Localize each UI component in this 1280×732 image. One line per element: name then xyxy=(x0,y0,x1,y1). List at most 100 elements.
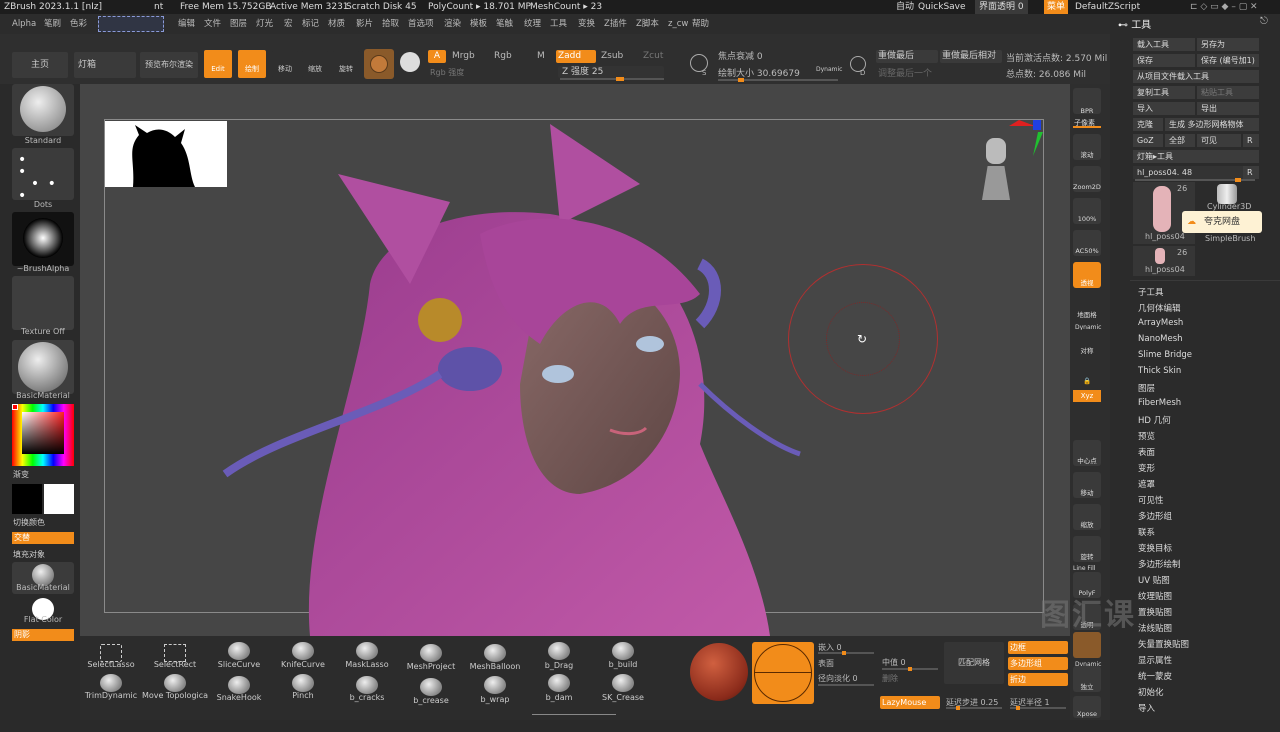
goz-button[interactable]: GoZ xyxy=(1133,134,1163,147)
yinyang-icon[interactable] xyxy=(400,52,420,72)
zoom2d-button[interactable]: Zoom2D xyxy=(1073,166,1101,192)
local-symmetry-button[interactable]: 🔒 xyxy=(1073,360,1101,386)
surface-menu[interactable]: 表面 xyxy=(1138,446,1155,458)
half-size-button[interactable]: AC50% xyxy=(1073,230,1101,256)
menu-zscript[interactable]: Z脚本 xyxy=(636,14,659,34)
zsub-toggle[interactable]: Zsub xyxy=(601,51,623,61)
axis-gizmo-icon[interactable] xyxy=(1005,118,1045,158)
layers-menu[interactable]: 图层 xyxy=(1138,382,1155,394)
bpr-button[interactable]: BPR xyxy=(1073,88,1101,115)
match-mesh-button[interactable]: 匹配网格 xyxy=(944,642,1004,684)
thick-skin-menu[interactable]: Thick Skin xyxy=(1138,366,1181,376)
load-tool-button[interactable]: 载入工具 xyxy=(1133,38,1195,51)
unified-skin-menu[interactable]: 统一蒙皮 xyxy=(1138,670,1172,682)
goz-all-button[interactable]: 全部 xyxy=(1165,134,1195,147)
lightbox-tab[interactable]: 灯箱 xyxy=(74,52,136,78)
shadow-toggle[interactable]: 阴影 xyxy=(12,629,74,641)
move-button[interactable]: 移动 xyxy=(272,50,298,78)
slice-curve-label[interactable]: SliceCurve xyxy=(203,660,275,669)
menu-zcw[interactable]: z_cw xyxy=(668,14,688,34)
crease-toggle[interactable]: 折边 xyxy=(1008,673,1068,686)
line-fill-label[interactable]: Line Fill xyxy=(1073,565,1095,572)
floor-button[interactable]: 地面格 xyxy=(1073,294,1101,320)
ghost-button[interactable] xyxy=(1073,632,1101,658)
mesh-project-icon[interactable] xyxy=(420,644,442,662)
menu-stroke[interactable]: 笔触 xyxy=(496,14,513,34)
z-intensity-slider[interactable]: Z 强度 25 xyxy=(558,66,664,78)
menu-brush[interactable]: 笔刷 xyxy=(44,14,61,34)
shelf-expand-handle[interactable] xyxy=(532,714,616,718)
zcut-toggle[interactable]: Zcut xyxy=(643,51,663,61)
texture-button[interactable] xyxy=(12,276,74,330)
main-color-swatch[interactable] xyxy=(12,484,42,514)
deformation-menu[interactable]: 变形 xyxy=(1138,462,1155,474)
b-drag-label[interactable]: b_Drag xyxy=(523,661,595,670)
menu-picker[interactable]: 拾取 xyxy=(382,14,399,34)
visibility-menu[interactable]: 可见性 xyxy=(1138,494,1164,506)
uv-map-menu[interactable]: UV 贴图 xyxy=(1138,574,1170,586)
b-dam-icon[interactable] xyxy=(548,674,570,692)
ui-transparency-slider[interactable]: 界面透明 0 xyxy=(975,0,1028,14)
rotate-button[interactable]: 旋转 xyxy=(333,50,359,78)
displacement-map-menu[interactable]: 置换贴图 xyxy=(1138,606,1172,618)
select-lasso-label[interactable]: SelectLasso xyxy=(75,660,147,669)
menu-file[interactable]: 文件 xyxy=(204,14,221,34)
goz-visible-button[interactable]: 可见 xyxy=(1197,134,1241,147)
menu-stencil[interactable]: 模板 xyxy=(470,14,487,34)
solo-button[interactable]: 独立 xyxy=(1073,666,1101,692)
display-properties-menu[interactable]: 显示属性 xyxy=(1138,654,1172,666)
b-cracks-icon[interactable] xyxy=(356,676,378,694)
standard-brush-button[interactable] xyxy=(12,84,74,136)
save-button[interactable]: 保存 xyxy=(1133,54,1195,67)
menu-texture[interactable]: 纹理 xyxy=(524,14,541,34)
bpr-render-tab[interactable]: 预览布尔渲染 xyxy=(140,52,198,78)
radial-fade-slider[interactable]: 径向淡化 0 xyxy=(818,673,858,684)
rotate-axis-button[interactable] xyxy=(1073,404,1101,434)
menu-render[interactable]: 渲染 xyxy=(444,14,461,34)
slice-curve-icon[interactable] xyxy=(228,642,250,660)
dots-stroke-button[interactable]: • • • • • xyxy=(12,148,74,203)
menu-macro[interactable]: 宏 xyxy=(284,14,293,34)
save-increment-button[interactable]: 保存 (编号加1) xyxy=(1197,54,1259,67)
menu-button[interactable]: 菜单 xyxy=(1044,0,1069,14)
b-cracks-label[interactable]: b_cracks xyxy=(331,693,403,702)
auto-label[interactable]: 自动 xyxy=(896,0,914,14)
gradient-label[interactable]: 渐变 xyxy=(13,469,29,480)
rgb-toggle[interactable]: Rgb xyxy=(494,51,512,61)
sk-crease-label[interactable]: SK_Crease xyxy=(587,693,659,702)
menu-material[interactable]: 材质 xyxy=(328,14,345,34)
geometry-menu[interactable]: 几何体编辑 xyxy=(1138,302,1181,314)
menu-layer[interactable]: 图层 xyxy=(230,14,247,34)
menu-alpha[interactable]: Alpha xyxy=(12,14,36,34)
pinch-label[interactable]: Pinch xyxy=(267,691,339,700)
mask-lasso-icon[interactable] xyxy=(356,642,378,660)
menu-tool[interactable]: 工具 xyxy=(550,14,567,34)
lightbox-tools-button[interactable]: 灯箱▸工具 xyxy=(1133,150,1259,163)
redo-last-relative-button[interactable]: 重做最后相对 xyxy=(940,50,1002,63)
b-build-icon[interactable] xyxy=(612,642,634,660)
actual-size-button[interactable]: 100% xyxy=(1073,198,1101,224)
quark-cloud-popup[interactable]: ☁ 夸克网盘 xyxy=(1182,211,1262,233)
preview-menu[interactable]: 预览 xyxy=(1138,430,1155,442)
menu-edit[interactable]: 编辑 xyxy=(178,14,195,34)
b-crease-icon[interactable] xyxy=(420,678,442,696)
perspective-button[interactable]: 透视 xyxy=(1073,262,1101,288)
tool-thumb-hl-poss04-2[interactable]: 26 hl_poss04 xyxy=(1133,246,1195,276)
adjust-last-slider[interactable]: 调整最后一个 xyxy=(878,66,932,79)
median-slider[interactable]: 中值 0 xyxy=(882,657,906,668)
secondary-color-swatch[interactable] xyxy=(44,484,74,514)
clone-button[interactable]: 克隆 xyxy=(1133,118,1163,131)
redo-last-button[interactable]: 重做最后 xyxy=(876,50,938,63)
current-tool-slider[interactable]: hl_poss04. 48 xyxy=(1133,166,1243,179)
focal-shift-slider[interactable]: 焦点衰减 0 xyxy=(718,49,763,62)
menu-movie[interactable]: 影片 xyxy=(356,14,373,34)
edit-curve-preview[interactable] xyxy=(752,642,814,704)
window-controls[interactable]: ⊏ ◇ ▭ ◆ – ▢ ✕ xyxy=(1190,0,1258,14)
zadd-toggle[interactable]: Zadd xyxy=(556,50,596,63)
nanomesh-menu[interactable]: NanoMesh xyxy=(1138,334,1183,344)
rotate-view-button[interactable]: 旋转 xyxy=(1073,536,1101,562)
b-dam-label[interactable]: b_dam xyxy=(523,693,595,702)
material-preview-sphere[interactable] xyxy=(690,643,748,701)
trim-dynamic-label[interactable]: TrimDynamic xyxy=(75,691,147,700)
xpose-button[interactable]: Xpose xyxy=(1073,696,1101,718)
